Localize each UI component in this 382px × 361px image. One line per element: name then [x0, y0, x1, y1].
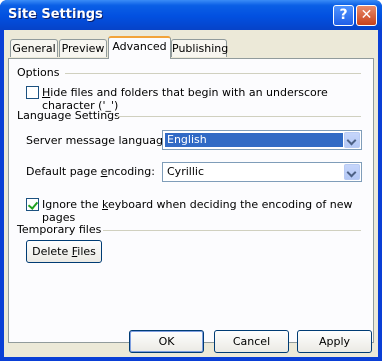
ignore-keyboard-label: Ignore the keyboard when deciding the en…	[42, 198, 353, 224]
encoding-value: Cyrillic	[167, 165, 204, 178]
cancel-button[interactable]: Cancel	[214, 330, 289, 353]
temporary-files-group-label: Temporary files	[17, 223, 102, 236]
tab-advanced[interactable]: Advanced	[108, 36, 171, 59]
server-language-label: Server message language:	[26, 134, 174, 147]
language-divider	[117, 116, 361, 117]
dialog-client-area: General Preview Advanced Publishing Opti…	[4, 30, 378, 357]
language-group-label: Language Settings	[17, 109, 120, 122]
tab-publishing[interactable]: Publishing	[171, 39, 228, 57]
temporary-files-divider	[103, 230, 361, 231]
help-button[interactable]: ?	[333, 5, 354, 26]
encoding-label: Default page encoding:	[26, 165, 155, 178]
delete-files-button[interactable]: Delete Files	[26, 240, 102, 263]
apply-button[interactable]: Apply	[297, 330, 372, 353]
hide-files-checkbox[interactable]	[26, 86, 39, 99]
window-title: Site Settings	[8, 7, 103, 22]
close-button[interactable]: ✕	[356, 5, 377, 26]
options-divider	[65, 73, 361, 74]
encoding-select[interactable]: Cyrillic	[162, 162, 362, 182]
advanced-tab-panel: Options Hide files and folders that begi…	[8, 58, 374, 343]
ignore-keyboard-checkbox[interactable]	[26, 198, 39, 211]
chevron-down-icon[interactable]	[344, 164, 360, 180]
dialog-window: Site Settings ? ✕ General Preview Advanc…	[0, 0, 382, 361]
tab-preview[interactable]: Preview	[59, 39, 107, 57]
options-group-label: Options	[17, 66, 60, 79]
tab-general[interactable]: General	[10, 39, 58, 57]
chevron-down-icon[interactable]	[344, 132, 360, 148]
title-bar[interactable]: Site Settings ? ✕	[0, 0, 382, 30]
ok-button[interactable]: OK	[129, 330, 204, 353]
server-language-select[interactable]: English	[162, 130, 362, 150]
server-language-value: English	[165, 133, 343, 147]
